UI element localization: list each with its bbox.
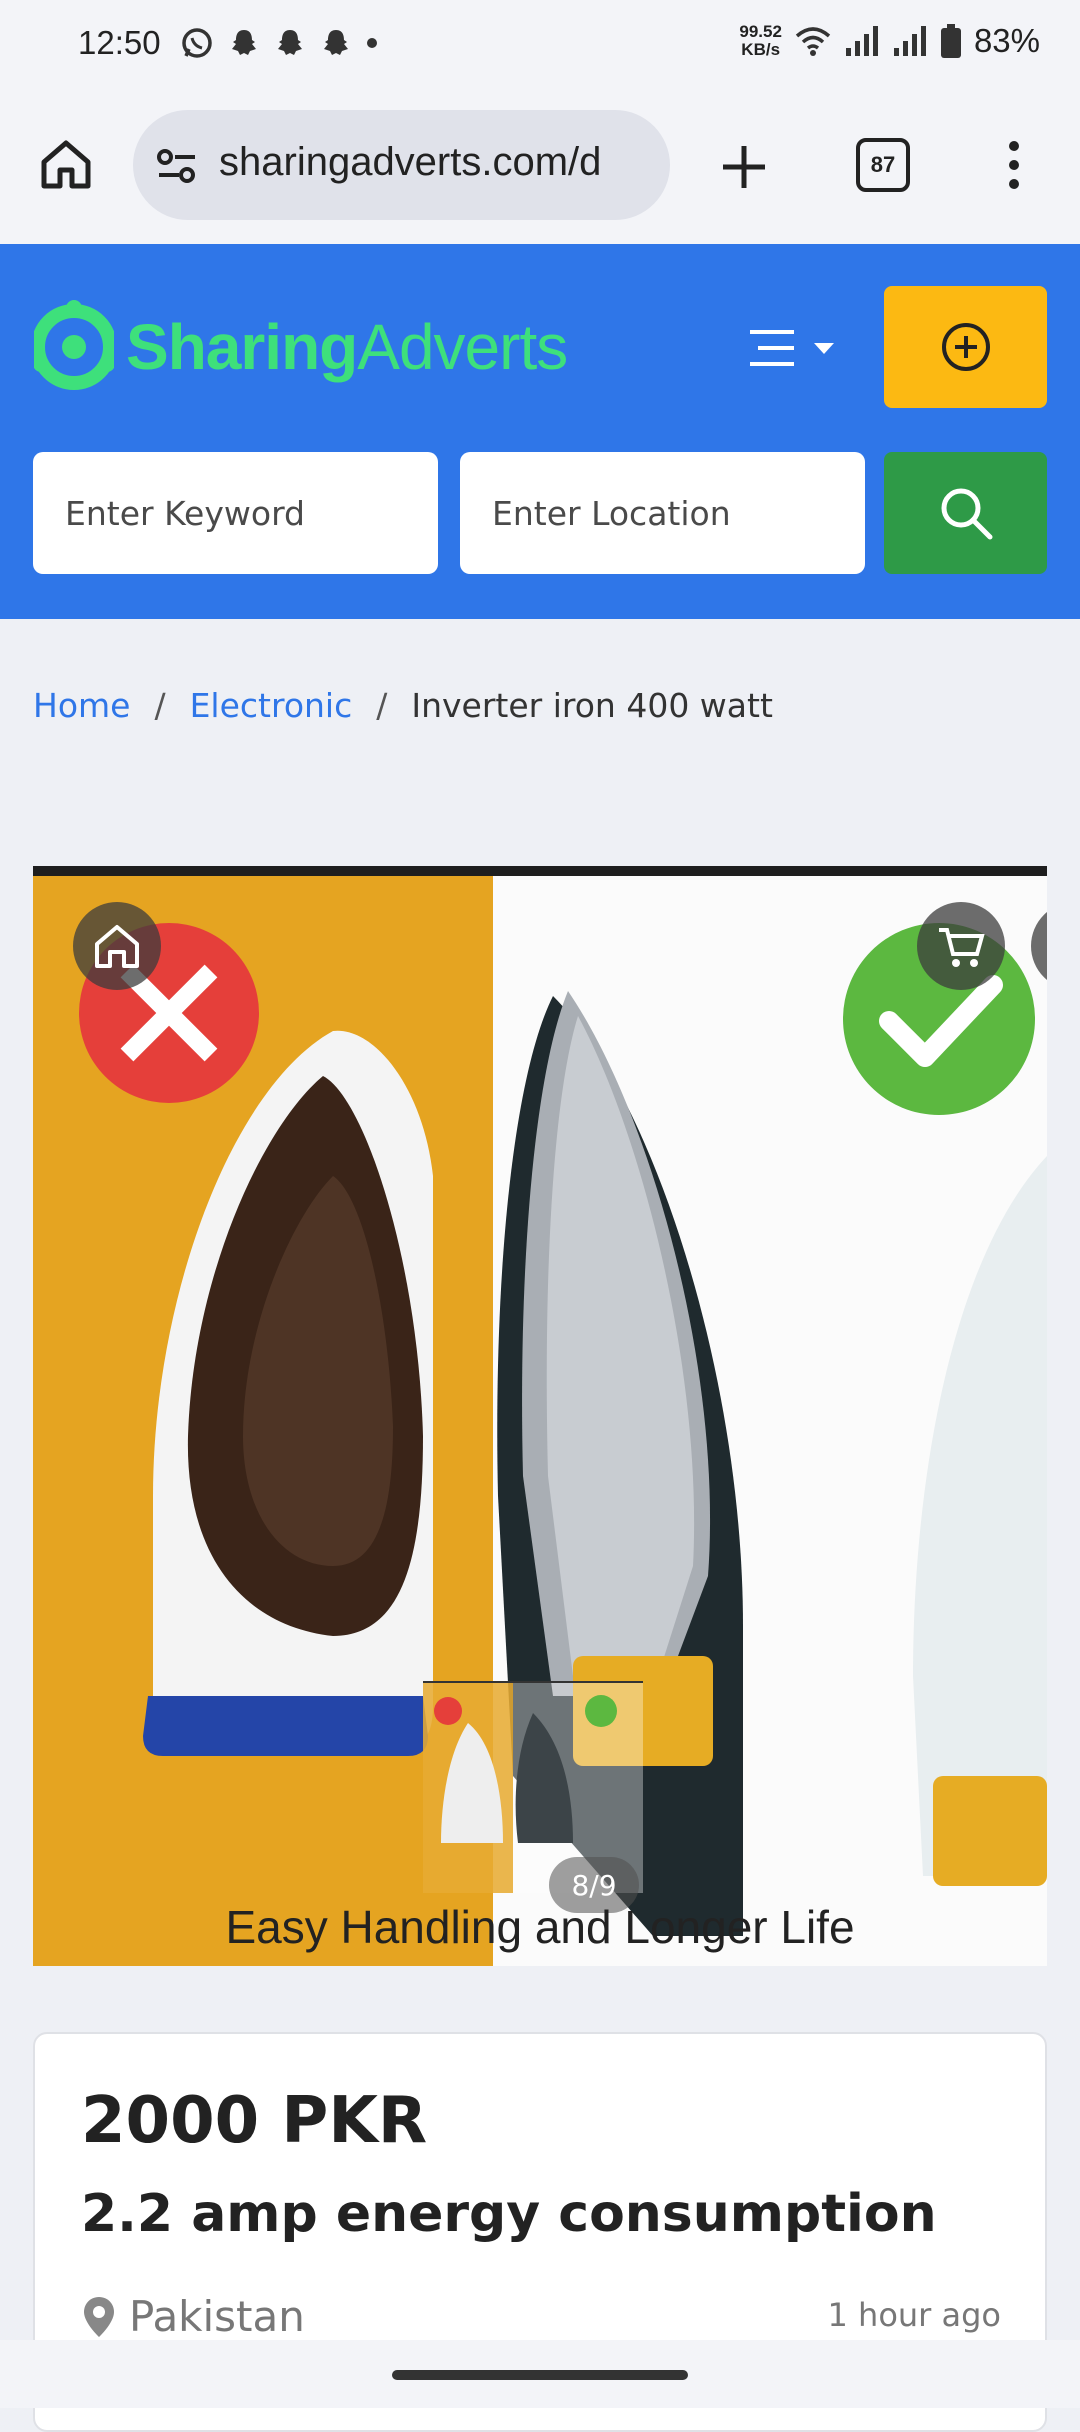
signal-icon <box>893 26 926 56</box>
location-input[interactable] <box>460 452 865 574</box>
browser-toolbar: sharingadverts.com/d 87 <box>0 90 1080 244</box>
system-status: 99.52 KB/s 83% <box>739 22 1040 60</box>
notification-icons <box>180 26 378 60</box>
whatsapp-icon <box>182 28 212 58</box>
plus-circle-icon <box>941 323 990 371</box>
image-caption: Easy Handling and Longer Life <box>225 1901 855 1953</box>
image-counter-text: 8/9 <box>571 1868 617 1902</box>
network-speed-value: 99.52 <box>739 22 782 41</box>
more-menu-icon[interactable] <box>1000 140 1028 190</box>
battery-icon <box>940 24 961 58</box>
nav-menu-toggle[interactable] <box>748 324 844 378</box>
menu-icon <box>750 330 834 366</box>
site-logo[interactable]: SharingAdverts <box>34 294 568 400</box>
new-tab-icon[interactable] <box>720 143 768 191</box>
search-icon <box>941 488 992 540</box>
home-gesture-handle[interactable] <box>392 2370 688 2380</box>
snapchat-icon <box>232 30 256 55</box>
signal-icon <box>845 26 878 56</box>
listing-price: 2000 PKR <box>81 2084 428 2158</box>
product-image-gallery[interactable]: 8/9 Easy Handling and Longer Life <box>33 866 1047 1966</box>
cart-icon <box>939 928 985 967</box>
system-navigation-bar <box>0 2340 1080 2408</box>
snapchat-icon <box>278 30 302 55</box>
site-settings-icon[interactable] <box>155 146 199 186</box>
gallery-cart-button[interactable] <box>917 902 1005 990</box>
home-icon[interactable] <box>40 138 92 190</box>
network-speed: 99.52 KB/s <box>739 23 782 59</box>
gallery-home-button[interactable] <box>73 902 161 990</box>
address-bar[interactable]: sharingadverts.com/d <box>133 110 670 220</box>
network-speed-unit: KB/s <box>741 40 781 59</box>
logo-text-part2: Adverts <box>357 311 568 383</box>
url-text: sharingadverts.com/d <box>219 140 602 184</box>
status-time: 12:50 <box>78 24 161 61</box>
wifi-icon <box>795 27 831 56</box>
site-header: SharingAdverts <box>0 244 1080 619</box>
post-ad-button[interactable] <box>884 286 1047 408</box>
location-pin-icon <box>84 2296 114 2337</box>
breadcrumb-category[interactable]: Electronic <box>190 686 353 725</box>
listing-posted-time: 1 hour ago <box>827 2296 1002 2334</box>
logo-text-part1: Sharing <box>126 311 358 383</box>
logo-text: SharingAdverts <box>126 310 568 384</box>
tab-switcher-button[interactable]: 87 <box>856 138 910 192</box>
listing-location-text: Pakistan <box>129 2292 305 2341</box>
tab-count: 87 <box>870 152 896 177</box>
gallery-top-border <box>33 866 1047 876</box>
listing-title: 2.2 amp energy consumption <box>81 2184 937 2244</box>
more-notifications-dot-icon <box>367 38 377 48</box>
breadcrumb-separator: / <box>376 686 388 725</box>
keyword-input[interactable] <box>33 452 438 574</box>
battery-percent: 83% <box>973 22 1040 59</box>
breadcrumb-current: Inverter iron 400 watt <box>411 686 773 725</box>
search-button[interactable] <box>884 452 1047 574</box>
breadcrumb: Home / Electronic / Inverter iron 400 wa… <box>33 686 773 725</box>
logo-mark-icon <box>34 300 114 390</box>
snapchat-icon <box>324 30 348 55</box>
breadcrumb-home[interactable]: Home <box>33 686 130 725</box>
status-bar: 12:50 99.52 KB/s 83% <box>0 0 1080 90</box>
listing-location: Pakistan <box>81 2292 305 2341</box>
home-icon <box>95 925 139 968</box>
breadcrumb-separator: / <box>154 686 166 725</box>
